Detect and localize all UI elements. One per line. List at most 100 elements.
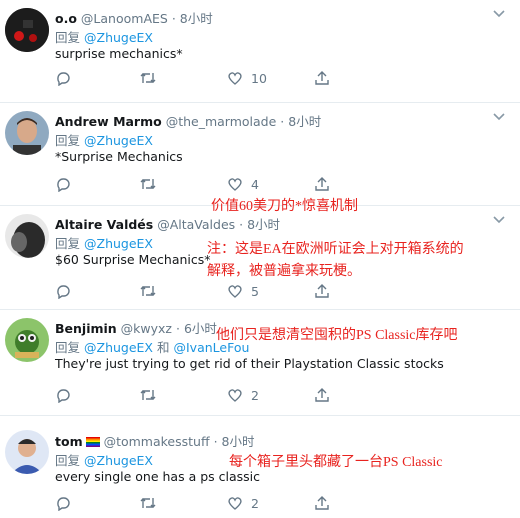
author-handle[interactable]: @kwyxz (121, 321, 172, 336)
separator: · (171, 11, 176, 26)
tweet-text: every single one has a ps classic (55, 469, 260, 484)
annotation-note-line-1: 注：这是EA在欧洲听证会上对开箱系统的 (207, 242, 464, 257)
mention-link[interactable]: @ZhugeEX (84, 453, 153, 468)
reply-icon (57, 72, 70, 86)
like-button[interactable]: 4 (227, 175, 259, 193)
retweet-icon (140, 179, 156, 189)
separator: · (280, 114, 285, 129)
timestamp[interactable]: 8小时 (288, 114, 321, 129)
like-icon (228, 178, 242, 191)
separator: · (175, 321, 180, 336)
share-button[interactable] (314, 494, 330, 512)
chevron-down-icon[interactable] (492, 214, 506, 224)
timestamp[interactable]: 8小时 (247, 217, 280, 232)
annotation-note-line-2: 解释，被普遍拿来玩梗。 (207, 264, 361, 279)
share-icon (315, 496, 329, 510)
author-name[interactable]: o.o (55, 11, 77, 26)
tweet-1[interactable]: o.o @LanoomAES · 8小时 回复 @ZhugeEX surpris… (0, 0, 520, 103)
tweet-actions: 4 (55, 175, 355, 193)
author-handle[interactable]: @tommakesstuff (104, 434, 210, 449)
like-button[interactable]: 10 (227, 69, 267, 87)
author-handle[interactable]: @LanoomAES (81, 11, 168, 26)
share-button[interactable] (314, 282, 330, 300)
timestamp[interactable]: 6小时 (184, 321, 217, 336)
reply-button[interactable] (55, 386, 71, 404)
chevron-down-icon[interactable] (492, 8, 506, 18)
like-count: 2 (251, 387, 259, 403)
mention-link[interactable]: @ZhugeEX (84, 30, 153, 45)
tweet-text: surprise mechanics* (55, 46, 183, 61)
retweet-button[interactable] (139, 282, 157, 300)
avatar[interactable] (5, 430, 49, 474)
tweet-5[interactable]: tom @tommakesstuff · 8小时 回复 @ZhugeEX eve… (0, 416, 520, 518)
avatar[interactable] (5, 318, 49, 362)
avatar[interactable] (5, 8, 49, 52)
share-icon (315, 388, 329, 402)
like-icon (228, 389, 242, 402)
avatar[interactable] (5, 111, 49, 155)
reply-button[interactable] (55, 69, 71, 87)
chevron-down-icon[interactable] (492, 111, 506, 121)
reply-icon (57, 285, 70, 299)
mention-link[interactable]: @ZhugeEX (84, 133, 153, 148)
mention-link[interactable]: @ZhugeEX (84, 236, 153, 251)
like-button[interactable]: 2 (227, 386, 259, 404)
reply-prefix: 回复 (55, 30, 81, 45)
tweet-header: tom @tommakesstuff · 8小时 (55, 431, 255, 450)
reply-context: 回复 @ZhugeEX (55, 233, 153, 252)
tweet-actions: 2 (55, 494, 355, 512)
reply-button[interactable] (55, 494, 71, 512)
reply-context: 回复 @ZhugeEX (55, 450, 153, 469)
retweet-button[interactable] (139, 386, 157, 404)
mention-joiner: 和 (156, 340, 170, 355)
author-name[interactable]: Andrew Marmo (55, 114, 162, 129)
retweet-icon (140, 286, 156, 296)
annotation-translation-4: 每个箱子里头都藏了一台PS Classic (229, 455, 443, 470)
author-name[interactable]: Altaire Valdés (55, 217, 153, 232)
share-button[interactable] (314, 69, 330, 87)
reply-prefix: 回复 (55, 133, 81, 148)
retweet-button[interactable] (139, 175, 157, 193)
reply-context: 回复 @ZhugeEX (55, 130, 153, 149)
timestamp[interactable]: 8小时 (222, 434, 255, 449)
tweet-actions: 5 (55, 282, 355, 300)
retweet-icon (140, 73, 156, 83)
reply-context: 回复 @ZhugeEX (55, 27, 153, 46)
avatar[interactable] (5, 214, 49, 258)
tweet-header: Benjimin @kwyxz · 6小时 (55, 318, 217, 337)
tweet-text: They're just trying to get rid of their … (55, 356, 444, 371)
author-name[interactable]: Benjimin (55, 321, 117, 336)
retweet-icon (140, 390, 156, 400)
retweet-button[interactable] (139, 494, 157, 512)
retweet-icon (140, 498, 156, 508)
reply-prefix: 回复 (55, 340, 81, 355)
separator: · (213, 434, 218, 449)
retweet-button[interactable] (139, 69, 157, 87)
share-icon (315, 284, 329, 298)
like-icon (228, 285, 242, 298)
mention-link[interactable]: @ZhugeEX (84, 340, 153, 355)
tweet-header: Altaire Valdés @AltaValdes · 8小时 (55, 214, 280, 233)
author-name[interactable]: tom (55, 434, 83, 449)
reply-prefix: 回复 (55, 236, 81, 251)
like-button[interactable]: 2 (227, 494, 259, 512)
reply-button[interactable] (55, 282, 71, 300)
tweet-4[interactable]: Benjimin @kwyxz · 6小时 回复 @ZhugeEX 和 @Iva… (0, 310, 520, 416)
tweet-3[interactable]: Altaire Valdés @AltaValdes · 8小时 回复 @Zhu… (0, 206, 520, 310)
timestamp[interactable]: 8小时 (180, 11, 213, 26)
rainbow-flag-icon (85, 437, 100, 447)
like-count: 10 (251, 70, 267, 86)
separator: · (239, 217, 244, 232)
reply-prefix: 回复 (55, 453, 81, 468)
share-button[interactable] (314, 386, 330, 404)
reply-icon (57, 389, 70, 403)
tweet-header: Andrew Marmo @the_marmolade · 8小时 (55, 111, 321, 130)
share-button[interactable] (314, 175, 330, 193)
like-button[interactable]: 5 (227, 282, 259, 300)
tweet-2[interactable]: Andrew Marmo @the_marmolade · 8小时 回复 @Zh… (0, 103, 520, 214)
author-handle[interactable]: @the_marmolade (166, 114, 277, 129)
annotation-translation-3: 他们只是想清空囤积的PS Classic库存吧 (216, 328, 458, 343)
tweet-header: o.o @LanoomAES · 8小时 (55, 8, 213, 27)
reply-button[interactable] (55, 175, 71, 193)
author-handle[interactable]: @AltaValdes (157, 217, 235, 232)
